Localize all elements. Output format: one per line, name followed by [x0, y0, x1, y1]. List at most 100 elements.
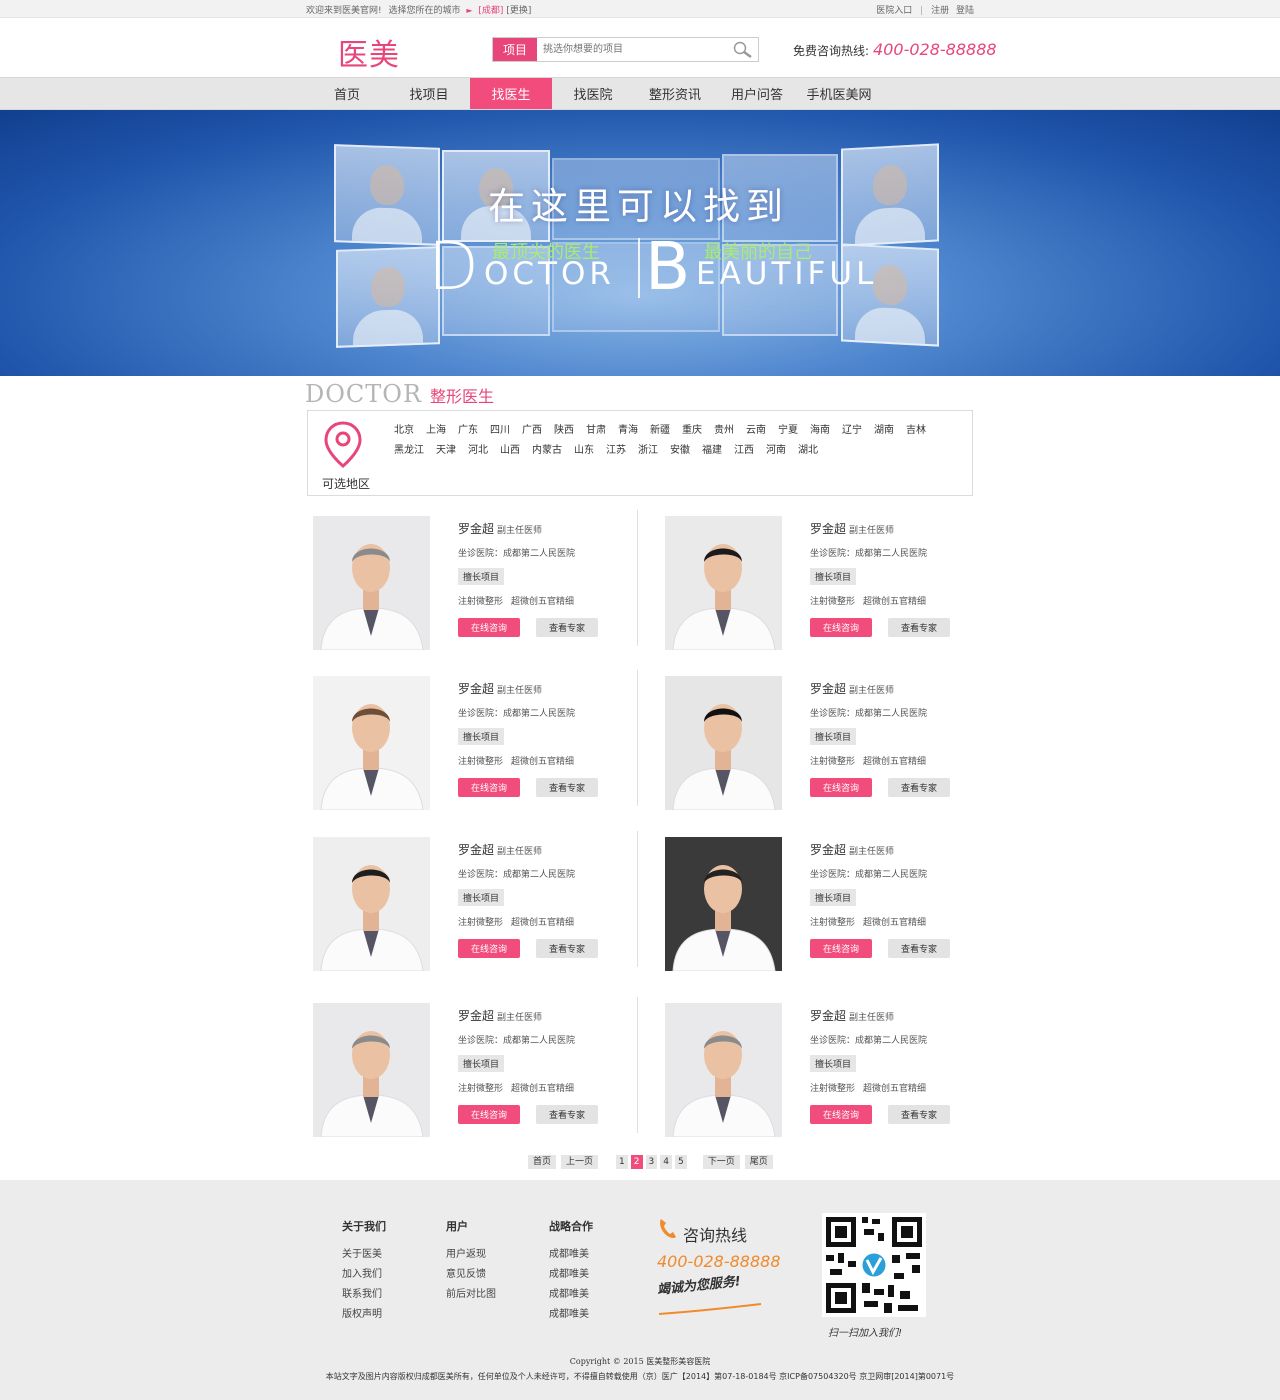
city-option[interactable]: 青海 — [618, 421, 638, 441]
doctor-name[interactable]: 罗金超 — [810, 843, 846, 857]
pager-next[interactable]: 下一页 — [702, 1155, 740, 1169]
view-expert-button[interactable]: 查看专家 — [888, 939, 950, 958]
city-option[interactable]: 吉林 — [906, 421, 926, 441]
city-option[interactable]: 山西 — [500, 441, 520, 461]
footer-link[interactable]: 联系我们 — [342, 1285, 386, 1305]
footer-link[interactable]: 意见反馈 — [446, 1265, 496, 1285]
doctor-photo[interactable] — [665, 516, 782, 650]
nav-find-hospital[interactable]: 找医院 — [552, 78, 634, 109]
city-option[interactable]: 湖北 — [798, 441, 818, 461]
search-input[interactable] — [537, 38, 728, 61]
consult-button[interactable]: 在线咨询 — [810, 618, 872, 637]
city-option[interactable]: 广东 — [458, 421, 478, 441]
consult-button[interactable]: 在线咨询 — [810, 1105, 872, 1124]
city-option[interactable]: 上海 — [426, 421, 446, 441]
city-option[interactable]: 广西 — [522, 421, 542, 441]
doctor-name[interactable]: 罗金超 — [810, 1009, 846, 1023]
city-option[interactable]: 辽宁 — [842, 421, 862, 441]
consult-button[interactable]: 在线咨询 — [458, 618, 520, 637]
footer-link[interactable]: 用户返现 — [446, 1245, 496, 1265]
nav-qa[interactable]: 用户问答 — [716, 78, 798, 109]
city-option[interactable]: 山东 — [574, 441, 594, 461]
doctor-name[interactable]: 罗金超 — [458, 522, 494, 536]
nav-find-project[interactable]: 找项目 — [388, 78, 470, 109]
footer-link[interactable]: 版权声明 — [342, 1305, 386, 1325]
city-option[interactable]: 天津 — [436, 441, 456, 461]
footer-col-partner: 战略合作 成都唯美 成都唯美 成都唯美 成都唯美 — [549, 1218, 593, 1325]
city-option[interactable]: 云南 — [746, 421, 766, 441]
doctor-name[interactable]: 罗金超 — [458, 1009, 494, 1023]
view-expert-button[interactable]: 查看专家 — [536, 939, 598, 958]
doctor-name[interactable]: 罗金超 — [458, 843, 494, 857]
pager-page-current[interactable]: 2 — [630, 1155, 643, 1169]
city-option[interactable]: 新疆 — [650, 421, 670, 441]
doctor-name[interactable]: 罗金超 — [810, 682, 846, 696]
skill-item: 注射微整形 — [810, 1084, 856, 1094]
footer-link[interactable]: 前后对比图 — [446, 1285, 496, 1305]
login-link[interactable]: 登陆 — [956, 6, 974, 16]
city-option[interactable]: 宁夏 — [778, 421, 798, 441]
pager-page[interactable]: 3 — [645, 1155, 658, 1169]
city-option[interactable]: 陕西 — [554, 421, 574, 441]
site-logo[interactable]: 医美 — [338, 30, 400, 74]
doctor-photo[interactable] — [313, 837, 430, 971]
doctor-name[interactable]: 罗金超 — [458, 682, 494, 696]
city-option[interactable]: 湖南 — [874, 421, 894, 441]
footer-link[interactable]: 成都唯美 — [549, 1285, 593, 1305]
consult-button[interactable]: 在线咨询 — [458, 1105, 520, 1124]
view-expert-button[interactable]: 查看专家 — [536, 618, 598, 637]
city-option[interactable]: 江西 — [734, 441, 754, 461]
consult-button[interactable]: 在线咨询 — [810, 939, 872, 958]
doctor-name[interactable]: 罗金超 — [810, 522, 846, 536]
city-option[interactable]: 贵州 — [714, 421, 734, 441]
consult-button[interactable]: 在线咨询 — [810, 778, 872, 797]
city-option[interactable]: 北京 — [394, 421, 414, 441]
city-option[interactable]: 江苏 — [606, 441, 626, 461]
city-option[interactable]: 重庆 — [682, 421, 702, 441]
qr-code[interactable] — [822, 1213, 926, 1317]
nav-home[interactable]: 首页 — [306, 78, 388, 109]
city-option[interactable]: 福建 — [702, 441, 722, 461]
pager-last[interactable]: 尾页 — [744, 1155, 773, 1169]
city-option[interactable]: 河南 — [766, 441, 786, 461]
nav-find-doctor[interactable]: 找医生 — [470, 78, 552, 109]
pager-first[interactable]: 首页 — [528, 1155, 557, 1169]
city-option[interactable]: 河北 — [468, 441, 488, 461]
city-option[interactable]: 内蒙古 — [532, 441, 562, 461]
consult-button[interactable]: 在线咨询 — [458, 939, 520, 958]
pager-page[interactable]: 4 — [660, 1155, 672, 1169]
doctor-photo[interactable] — [313, 676, 430, 810]
city-option[interactable]: 浙江 — [638, 441, 658, 461]
register-link[interactable]: 注册 — [931, 6, 949, 16]
footer-link[interactable]: 成都唯美 — [549, 1265, 593, 1285]
view-expert-button[interactable]: 查看专家 — [536, 778, 598, 797]
doctor-photo[interactable] — [665, 1003, 782, 1137]
nav-mobile[interactable]: 手机医美网 — [798, 78, 880, 109]
footer-link[interactable]: 成都唯美 — [549, 1245, 593, 1265]
search-icon[interactable] — [728, 38, 758, 61]
doctor-photo[interactable] — [313, 516, 430, 650]
switch-city-link[interactable]: [更换] — [506, 6, 531, 16]
city-option[interactable]: 海南 — [810, 421, 830, 441]
nav-news[interactable]: 整形资讯 — [634, 78, 716, 109]
view-expert-button[interactable]: 查看专家 — [888, 618, 950, 637]
search-category-tag[interactable]: 项目 — [493, 38, 537, 61]
consult-button[interactable]: 在线咨询 — [458, 778, 520, 797]
hospital-entry-link[interactable]: 医院入口 — [876, 6, 912, 16]
doctor-photo[interactable] — [665, 676, 782, 810]
footer-link[interactable]: 成都唯美 — [549, 1305, 593, 1325]
footer-link[interactable]: 加入我们 — [342, 1265, 386, 1285]
pager-page[interactable]: 5 — [674, 1155, 687, 1169]
view-expert-button[interactable]: 查看专家 — [536, 1105, 598, 1124]
footer-link[interactable]: 关于医美 — [342, 1245, 386, 1265]
view-expert-button[interactable]: 查看专家 — [888, 1105, 950, 1124]
doctor-photo[interactable] — [665, 837, 782, 971]
city-option[interactable]: 四川 — [490, 421, 510, 441]
pager-prev[interactable]: 上一页 — [561, 1155, 599, 1169]
city-option[interactable]: 安徽 — [670, 441, 690, 461]
view-expert-button[interactable]: 查看专家 — [888, 778, 950, 797]
doctor-photo[interactable] — [313, 1003, 430, 1137]
city-option[interactable]: 黑龙江 — [394, 441, 424, 461]
city-option[interactable]: 甘肃 — [586, 421, 606, 441]
pager-page[interactable]: 1 — [616, 1155, 628, 1169]
